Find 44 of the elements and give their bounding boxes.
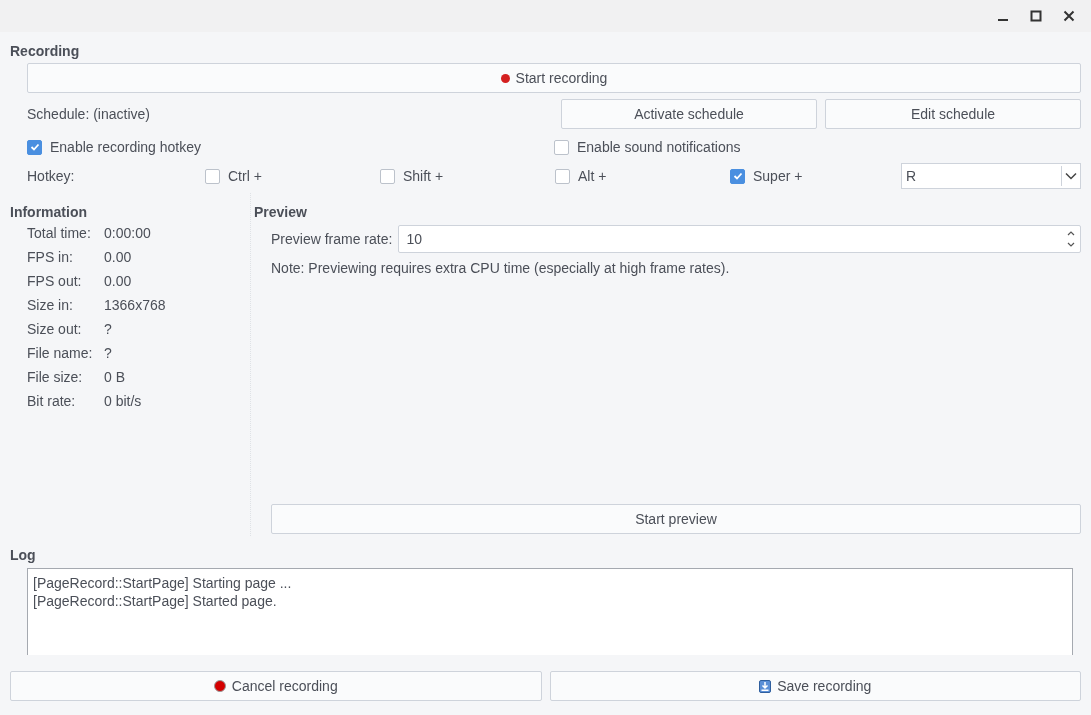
log-line: [PageRecord::StartPage] Starting page ...	[33, 574, 293, 592]
info-label: Size in:	[27, 297, 74, 313]
hotkey-label: Hotkey:	[27, 168, 76, 184]
close-icon[interactable]	[1063, 10, 1075, 22]
key-dropdown[interactable]: R	[901, 163, 1081, 189]
info-label: Total time:	[27, 225, 92, 241]
checkbox[interactable]: Ctrl +	[205, 168, 380, 184]
info-label: FPS out:	[27, 273, 83, 289]
start-preview-button[interactable]: Start preview	[271, 504, 1081, 534]
section-title: Preview	[254, 204, 308, 221]
info-value: 0.00	[104, 249, 132, 265]
checkbox[interactable]: Alt +	[555, 168, 730, 184]
info-value: 0:00:00	[104, 225, 151, 241]
schedule-button[interactable]: Edit schedule	[825, 99, 1081, 129]
save-button[interactable]: Save recording	[549, 671, 1081, 701]
info-label: FPS in:	[27, 249, 74, 265]
section-title: Log	[10, 547, 37, 564]
info-label: Size out:	[27, 321, 83, 337]
info-value: 0.00	[104, 273, 132, 289]
checkmark-icon	[732, 171, 743, 181]
maximize-icon[interactable]	[1030, 10, 1042, 22]
info-label: File name:	[27, 345, 94, 361]
info-value: 0 bit/s	[104, 393, 142, 409]
info-value: ?	[104, 321, 112, 337]
checkbox[interactable]: Shift +	[380, 168, 555, 184]
info-label: File size:	[27, 369, 84, 385]
section-title: Information	[10, 204, 88, 221]
info-value: 1366x768	[104, 297, 166, 313]
start-recording-button[interactable]: Start recording	[27, 63, 1081, 93]
info-label: Bit rate:	[27, 393, 77, 409]
section-title: Recording	[10, 43, 81, 60]
download-icon	[759, 679, 772, 693]
checkmark-icon	[29, 142, 40, 152]
info-value: 0 B	[104, 369, 125, 385]
schedule-button[interactable]: Activate schedule	[561, 99, 817, 129]
preview-note: Note: Previewing requires extra CPU time (especially at high frame rates).	[271, 260, 731, 276]
checkbox[interactable]: Enable recording hotkey	[27, 139, 554, 155]
log-line: [PageRecord::StartPage] Started page.	[33, 592, 278, 610]
checkbox[interactable]: Enable sound notifications	[554, 139, 1081, 155]
info-value: ?	[104, 345, 112, 361]
cancel-button[interactable]: Cancel recording	[10, 671, 542, 701]
frame-rate-spinbox[interactable]: 10	[398, 225, 1081, 253]
frame-rate-label: Preview frame rate:	[271, 231, 393, 247]
schedule-status: Schedule: (inactive)	[27, 106, 151, 122]
